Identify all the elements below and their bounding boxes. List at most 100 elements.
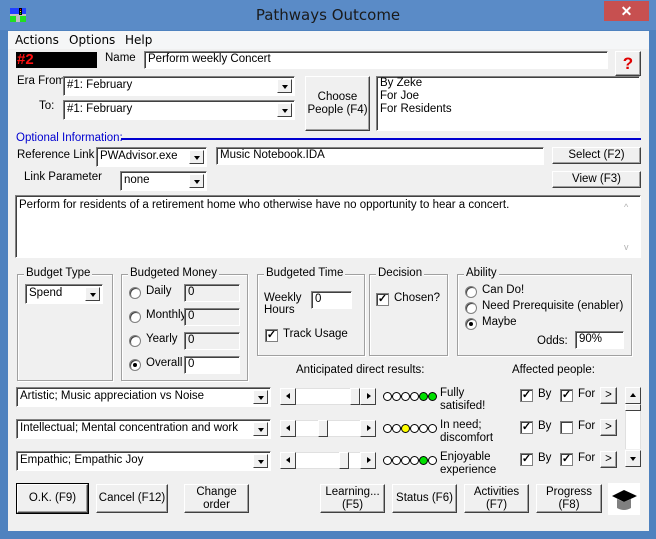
by-checkbox[interactable]: ✓	[520, 453, 533, 466]
select-button[interactable]: Select (F2)	[552, 147, 641, 164]
slider-right-arrow[interactable]	[360, 420, 376, 437]
era-from-label: Era From:	[17, 75, 69, 87]
by-checkbox[interactable]: ✓	[520, 389, 533, 402]
name-input[interactable]: Perform weekly Concert	[144, 51, 608, 69]
link-parameter-value: none	[124, 174, 150, 186]
odds-input[interactable]: 90%	[575, 331, 624, 349]
money-input-daily[interactable]: 0	[184, 284, 240, 302]
reference-link-label: Reference Link	[17, 149, 95, 161]
weekly-hours-input[interactable]: 0	[311, 291, 352, 309]
money-label-overall: Overall	[146, 357, 183, 369]
result-level-slider[interactable]	[280, 420, 376, 437]
slider-track[interactable]	[296, 452, 360, 469]
cancel-button[interactable]: Cancel (F12)	[96, 484, 168, 513]
people-item[interactable]: By Zeke	[380, 77, 636, 90]
ability-radio-0[interactable]	[465, 286, 477, 298]
choose-people-button[interactable]: Choose People (F4)	[305, 76, 370, 131]
money-radio-daily[interactable]	[129, 287, 141, 299]
menu-help[interactable]: Help	[125, 33, 152, 47]
result-level-slider[interactable]	[280, 388, 376, 405]
money-radio-monthly[interactable]	[129, 311, 141, 323]
slider-track[interactable]	[296, 420, 360, 437]
chosen-checkbox[interactable]: ✓	[376, 293, 389, 306]
result-status: In need; discomfort	[440, 419, 494, 444]
view-button[interactable]: View (F3)	[552, 171, 641, 188]
chevron-down-icon[interactable]	[253, 422, 268, 436]
chevron-down-icon[interactable]	[189, 150, 204, 164]
chevron-down-icon[interactable]	[85, 287, 100, 301]
results-scroll-thumb[interactable]	[625, 404, 641, 411]
chevron-down-icon[interactable]	[253, 390, 268, 404]
era-from-select[interactable]: #1: February	[63, 76, 295, 96]
odds-label: Odds:	[537, 335, 568, 347]
slider-left-arrow[interactable]	[280, 420, 296, 437]
people-item[interactable]: For Residents	[380, 103, 636, 116]
result-level-indicator	[383, 456, 437, 466]
result-level-dot	[401, 392, 410, 401]
menu-options[interactable]: Options	[69, 33, 115, 47]
result-level-dot	[401, 456, 410, 465]
link-parameter-select[interactable]: none	[120, 171, 207, 191]
description-text: Perform for residents of a retirement ho…	[19, 199, 510, 211]
for-checkbox[interactable]: ✓	[560, 389, 573, 402]
ability-radio-1[interactable]	[465, 302, 477, 314]
slider-right-arrow[interactable]	[360, 452, 376, 469]
budget-type-select[interactable]: Spend	[25, 284, 103, 304]
money-radio-yearly[interactable]	[129, 335, 141, 347]
scroll-up-icon[interactable]: ^	[624, 202, 634, 212]
menu-actions[interactable]: Actions	[15, 33, 59, 47]
more-people-button[interactable]: >	[600, 419, 617, 436]
optional-divider	[121, 138, 641, 140]
for-checkbox[interactable]	[560, 421, 573, 434]
ability-radio-2[interactable]	[465, 318, 477, 330]
money-input-overall[interactable]: 0	[184, 356, 240, 374]
chevron-down-icon[interactable]	[277, 103, 292, 117]
result-level-dot	[419, 424, 428, 433]
reference-program-select[interactable]: PWAdvisor.exe	[96, 147, 207, 167]
result-category-select[interactable]: Intellectual; Mental concentration and w…	[16, 419, 271, 439]
status-button[interactable]: Status (F6)	[392, 484, 457, 513]
slider-left-arrow[interactable]	[280, 388, 296, 405]
reference-file-input[interactable]: Music Notebook.IDA	[216, 147, 544, 165]
result-level-slider[interactable]	[280, 452, 376, 469]
change-order-button[interactable]: Change order	[184, 484, 249, 513]
chevron-down-icon[interactable]	[277, 79, 292, 93]
description-textarea[interactable]: Perform for residents of a retirement ho…	[15, 195, 641, 258]
track-usage-checkbox[interactable]: ✓	[265, 329, 278, 342]
money-radio-overall[interactable]	[129, 359, 141, 371]
more-people-button[interactable]: >	[600, 387, 617, 404]
result-level-dot	[392, 424, 401, 433]
slider-thumb[interactable]	[318, 420, 328, 437]
money-input-monthly[interactable]: 0	[184, 308, 240, 326]
help-icon[interactable]: ?	[615, 51, 641, 76]
chevron-down-icon[interactable]	[189, 174, 204, 188]
slider-thumb[interactable]	[350, 388, 360, 405]
results-scroll-up[interactable]	[625, 387, 641, 404]
budgeted-money-title: Budgeted Money	[128, 267, 219, 279]
name-label: Name	[105, 52, 136, 64]
by-checkbox[interactable]: ✓	[520, 421, 533, 434]
chevron-down-icon[interactable]	[253, 454, 268, 468]
scroll-down-icon[interactable]: v	[624, 242, 634, 252]
ok-button[interactable]: O.K. (F9)	[16, 483, 89, 514]
result-level-dot	[410, 392, 419, 401]
results-scroll-down[interactable]	[625, 450, 641, 467]
slider-left-arrow[interactable]	[280, 452, 296, 469]
people-list[interactable]: By Zeke For Joe For Residents	[376, 76, 640, 131]
activities-button[interactable]: Activities (F7)	[464, 484, 529, 513]
money-input-yearly[interactable]: 0	[184, 332, 240, 350]
budget-type-title: Budget Type	[24, 267, 93, 279]
result-level-dot	[410, 456, 419, 465]
slider-thumb[interactable]	[339, 452, 349, 469]
by-label: By	[538, 420, 552, 432]
slider-right-arrow[interactable]	[360, 388, 376, 405]
result-category-select[interactable]: Artistic; Music appreciation vs Noise	[16, 387, 271, 407]
close-button[interactable]: ✕	[604, 1, 649, 21]
progress-button[interactable]: Progress (F8)	[536, 484, 602, 513]
more-people-button[interactable]: >	[600, 451, 617, 468]
people-item[interactable]: For Joe	[380, 90, 636, 103]
era-to-select[interactable]: #1: February	[63, 100, 295, 120]
learning-button[interactable]: Learning... (F5)	[320, 484, 385, 513]
result-category-select[interactable]: Empathic; Empathic Joy	[16, 451, 271, 471]
for-checkbox[interactable]: ✓	[560, 453, 573, 466]
